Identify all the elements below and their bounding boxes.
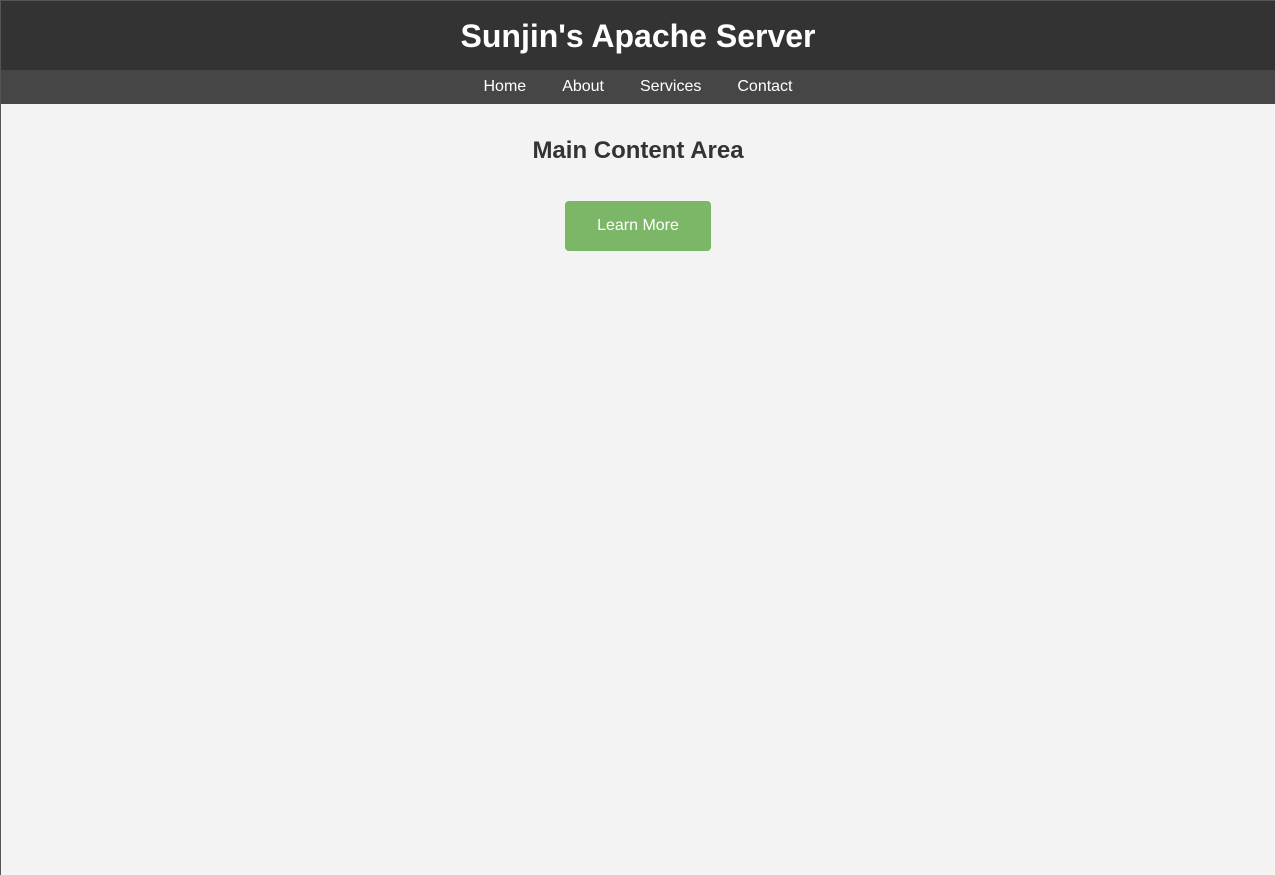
nav-link-services[interactable]: Services: [640, 78, 701, 96]
learn-more-button[interactable]: Learn More: [565, 201, 711, 251]
main-content: Main Content Area Learn More: [1, 104, 1275, 251]
nav-link-about[interactable]: About: [562, 78, 604, 96]
site-header: Sunjin's Apache Server: [1, 1, 1275, 70]
site-title: Sunjin's Apache Server: [460, 17, 816, 54]
main-heading: Main Content Area: [532, 137, 744, 164]
nav-link-home[interactable]: Home: [484, 78, 527, 96]
main-nav: Home About Services Contact: [1, 70, 1275, 104]
nav-link-contact[interactable]: Contact: [737, 78, 792, 96]
